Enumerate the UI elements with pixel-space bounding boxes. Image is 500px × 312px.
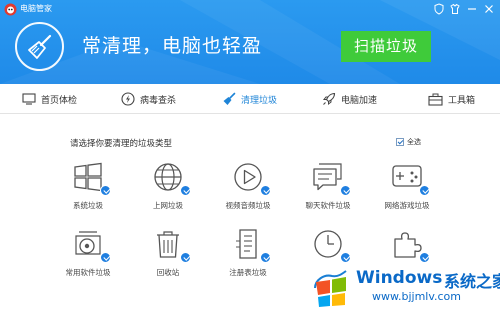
rocket-icon (322, 92, 336, 106)
checked-badge[interactable] (419, 185, 430, 196)
nav-item-toolbox[interactable]: 工具箱 (428, 84, 475, 114)
category-label: 视频音频垃圾 (225, 201, 271, 210)
close-icon[interactable] (483, 3, 495, 15)
checked-badge[interactable] (100, 252, 111, 263)
category-icon-wrap (231, 160, 271, 196)
main-nav: 首页体检 病毒查杀 清理垃圾 电脑加速 工具箱 (0, 84, 500, 114)
broom-badge (15, 22, 64, 71)
shield-icon[interactable] (433, 3, 445, 15)
toolbox-icon (428, 93, 443, 106)
nav-label: 病毒查杀 (140, 95, 177, 106)
select-all-checkbox[interactable]: 全选 (396, 136, 421, 147)
nav-item-speed-up[interactable]: 电脑加速 (322, 84, 377, 114)
category-icon-wrap (311, 160, 351, 196)
monitor-icon (22, 93, 36, 105)
category-label: 系统垃圾 (73, 201, 103, 210)
nav-item-virus-scan[interactable]: 病毒查杀 (121, 84, 176, 114)
category-icon-wrap (390, 227, 430, 263)
category-icon-wrap (311, 227, 351, 263)
windows-logo-icon (314, 270, 347, 307)
category-system-junk[interactable]: 系统垃圾 (53, 160, 123, 218)
broom-icon (28, 34, 52, 59)
category-label: 注册表垃圾 (229, 268, 267, 277)
category-icon-wrap (71, 227, 111, 263)
category-icon-wrap (231, 227, 271, 263)
app-title: 电脑管家 (20, 4, 52, 13)
nav-label: 电脑加速 (341, 95, 378, 106)
app-logo-icon (4, 3, 17, 16)
nav-label: 工具箱 (448, 95, 476, 106)
minimize-icon[interactable] (466, 3, 478, 15)
checked-badge[interactable] (340, 185, 351, 196)
checked-badge[interactable] (340, 252, 351, 263)
watermark-site-name: 系统之家 (444, 272, 500, 291)
category-registry-junk[interactable]: 注册表垃圾 (213, 227, 283, 285)
title-bar[interactable]: 电脑管家 (0, 0, 500, 18)
nav-label: 清理垃圾 (241, 95, 278, 106)
category-icon-wrap (151, 227, 191, 263)
lightning-icon (121, 92, 135, 106)
watermark-url: www.bjjmlv.com (372, 290, 461, 303)
category-label: 网络游戏垃圾 (384, 201, 430, 210)
category-label: 回收站 (156, 268, 180, 277)
category-label: 常用软件垃圾 (65, 268, 111, 277)
category-chat-junk[interactable]: 聊天软件垃圾 (293, 160, 363, 218)
checked-badge[interactable] (100, 185, 111, 196)
category-icon-wrap (151, 160, 191, 196)
category-label: 上网垃圾 (153, 201, 183, 210)
broom-icon (223, 92, 236, 105)
checked-badge[interactable] (260, 252, 271, 263)
category-icon-wrap (71, 160, 111, 196)
nav-label: 首页体检 (41, 95, 78, 106)
checkbox-box[interactable] (396, 137, 404, 146)
category-recycle-bin[interactable]: 回收站 (133, 227, 203, 285)
category-online-game-junk[interactable]: 网络游戏垃圾 (372, 160, 442, 218)
skin-icon[interactable] (449, 3, 461, 15)
category-common-software-junk[interactable]: 常用软件垃圾 (53, 227, 123, 285)
watermark-brand: Windows (356, 268, 443, 288)
select-all-label: 全选 (407, 137, 421, 146)
nav-item-clean-junk[interactable]: 清理垃圾 (222, 84, 277, 114)
category-icon-wrap (390, 160, 430, 196)
checked-badge[interactable] (180, 252, 191, 263)
checked-badge[interactable] (260, 185, 271, 196)
nav-item-home-checkup[interactable]: 首页体检 (22, 84, 77, 114)
site-watermark: Windows 系统之家 www.bjjmlv.com (312, 264, 500, 312)
category-label: 聊天软件垃圾 (305, 201, 351, 210)
checked-badge[interactable] (180, 185, 191, 196)
select-types-prompt: 请选择你要清理的垃圾类型 (70, 139, 173, 149)
category-internet-junk[interactable]: 上网垃圾 (133, 160, 203, 218)
header-banner: 电脑管家 常清理，电脑也轻盈 扫描垃圾 (0, 0, 500, 84)
checked-badge[interactable] (419, 252, 430, 263)
headline-text: 常清理，电脑也轻盈 (82, 35, 263, 57)
scan-junk-button[interactable]: 扫描垃圾 (341, 31, 431, 62)
category-media-junk[interactable]: 视频音频垃圾 (213, 160, 283, 218)
app-window: 电脑管家 常清理，电脑也轻盈 扫描垃圾 首页体检 病毒查杀 清理垃圾 电脑加速 … (0, 0, 500, 312)
